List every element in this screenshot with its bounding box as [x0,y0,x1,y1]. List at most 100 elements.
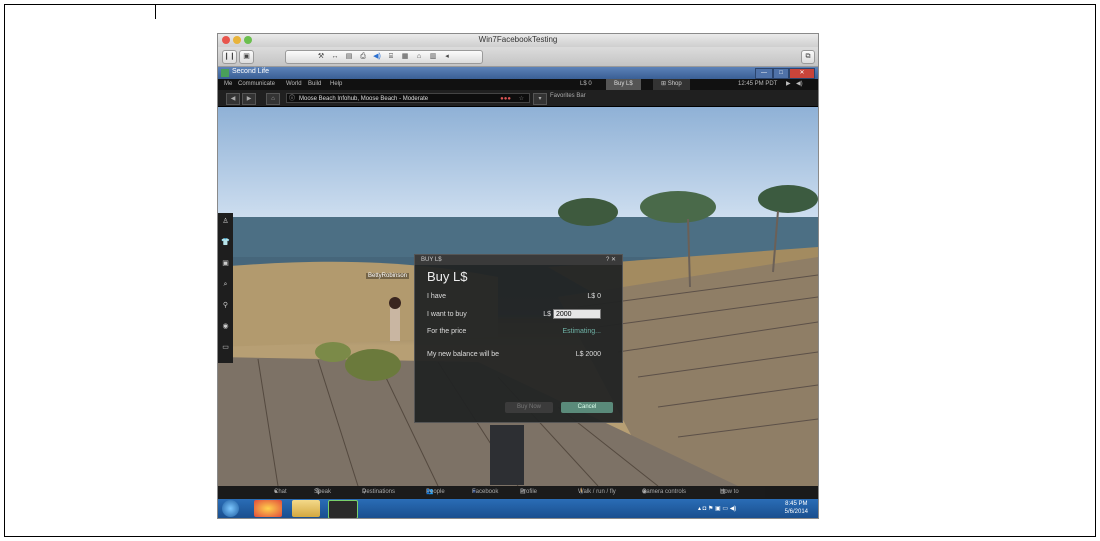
people-label: People [426,489,445,495]
second-life-window: Second Life — □ ✕ Me Communicate World B… [218,67,818,518]
avatar-near [490,425,524,485]
sound-icon[interactable]: ◀) [370,51,384,63]
tree-3 [758,185,818,213]
app-titlebar: Second Life — □ ✕ [218,67,818,79]
forward-arrow-icon[interactable]: ▶ [242,93,256,105]
balance-display: L$ 0 [580,81,592,87]
people-icon[interactable]: ♙ [220,216,231,227]
mac-toolbar: ❙❙ ▣ ⚒ ↔ ▤ ⎙ ◀) ⌸ ▦ ⌂ ▥ ◂ ⧉ [218,47,818,67]
parcel-flags-icon: ●●● [500,96,511,102]
camera-label: Camera controls [642,489,687,495]
fullscreen-icon[interactable]: ⧉ [801,50,815,64]
price-value: Estimating... [562,328,601,335]
window-icon[interactable]: ▦ [398,51,412,63]
tree-2 [640,191,716,223]
explorer-taskbar-icon[interactable] [292,500,320,517]
buy-now-button[interactable]: Buy Now [505,402,553,413]
inventory-icon[interactable]: ▣ [220,258,231,269]
folder-icon[interactable]: ▥ [426,51,440,63]
usb-icon[interactable]: ⌸ [384,51,398,63]
balance-label: My new balance will be [427,351,499,358]
tray-icons[interactable]: ▴ ◘ ⚑ ▣ ▭ ◀) [698,505,736,512]
bush-1 [345,349,401,381]
pause-icon[interactable]: ❙❙ [222,50,237,64]
favorites-bar[interactable]: Favorites Bar [550,93,586,99]
chrome-taskbar-icon[interactable] [254,500,282,517]
taskbar-clock[interactable]: 8:45 PM 5/6/2014 [785,500,808,516]
menu-world[interactable]: World [286,79,302,90]
volume-icon[interactable]: ◀) [796,79,803,90]
want-currency: L$ [543,311,551,318]
resize-icon[interactable]: ↔ [328,51,342,63]
taskbar-date: 5/6/2014 [784,509,808,515]
cancel-button[interactable]: Cancel [561,402,613,413]
clock: 12:45 PM PDT [738,81,778,87]
search-icon[interactable]: ⌕ [220,279,231,290]
how-to-label: How to [720,489,739,495]
shop-label: Shop [667,81,682,87]
price-label: For the price [427,328,467,335]
profile-label: Profile [520,489,538,495]
settings-icon[interactable]: ◉ [220,321,231,332]
navigation-bar: ◀ ▶ ⌂ ⓘ Moose Beach Infohub, Moose Beach… [218,90,818,107]
places-icon[interactable]: ⚲ [220,300,231,311]
location-input[interactable]: ⓘ Moose Beach Infohub, Moose Beach - Mod… [286,93,530,103]
avatar-distant [390,307,400,341]
lock-icon[interactable]: ⌂ [412,51,426,63]
dialog-title: Buy L$ [427,269,468,284]
walk-label: Walk / run / fly [578,489,616,495]
play-icon[interactable]: ▶ [786,79,791,90]
menu-communicate[interactable]: Communicate [238,79,275,90]
info-icon[interactable]: ⓘ [289,94,295,102]
chat-label: Chat [274,489,287,495]
frame-divider [155,5,156,19]
appearance-icon[interactable]: 👕 [220,237,231,248]
destinations-label: Destinations [362,489,396,495]
wrench-icon[interactable]: ⚒ [314,51,328,63]
snapshot-icon[interactable]: ▭ [220,342,231,353]
vm-toolbar-group: ⚒ ↔ ▤ ⎙ ◀) ⌸ ▦ ⌂ ▥ ◂ [285,50,483,64]
sea-shape [218,217,818,257]
shop-button[interactable]: ⊞ Shop [653,79,690,90]
mac-window-title: Win7FacebookTesting [478,35,558,44]
mac-titlebar: Win7FacebookTesting [218,34,818,47]
speak-label: Speak [314,489,332,495]
start-button-icon[interactable] [222,500,239,517]
second-life-logo-icon [221,69,229,77]
facebook-label: Facebook [472,489,499,495]
second-life-taskbar-icon[interactable] [328,500,358,518]
taskbar-time: 8:45 PM [785,501,808,507]
amount-input[interactable]: 2000 [553,309,601,319]
menu-me[interactable]: Me [224,79,232,90]
dialog-header: BUY L$ ? ✕ [415,255,622,265]
dropdown-chevron-icon[interactable]: ▾ [533,93,547,105]
menu-help[interactable]: Help [330,79,342,90]
menu-build[interactable]: Build [308,79,321,90]
buy-currency-button[interactable]: Buy L$ [606,79,641,90]
mac-window: Win7FacebookTesting ❙❙ ▣ ⚒ ↔ ▤ ⎙ ◀) ⌸ ▦ ⌂ ▥ ◂ ⧉ S… [218,34,818,518]
close-button[interactable]: ✕ [789,68,815,79]
balance-value: L$ 2000 [575,351,601,358]
home-icon[interactable]: ⌂ [266,93,280,105]
print-icon[interactable]: ⎙ [356,51,370,63]
minimize-button[interactable]: — [755,68,773,79]
avatar-name-tag: BettyRobinson [366,273,410,279]
disk-icon[interactable]: ▤ [342,51,356,63]
tree-1 [558,198,618,226]
location-text: Moose Beach Infohub, Moose Beach - Moder… [299,96,429,102]
bush-2 [315,342,351,362]
dialog-header-title: BUY L$ [421,257,442,263]
maximize-button[interactable]: □ [773,68,789,79]
i-have-label: I have [427,293,447,300]
windows-taskbar: ▴ ◘ ⚑ ▣ ▭ ◀) 8:45 PM 5/6/2014 [218,499,818,518]
screen-icon[interactable]: ▣ [239,50,254,64]
app-title: Second Life [232,68,269,75]
arrow-left-icon[interactable]: ◂ [440,51,454,63]
menu-bar: Me Communicate World Build Help L$ 0 Buy… [218,79,818,90]
back-arrow-icon[interactable]: ◀ [226,93,240,105]
want-label: I want to buy [427,311,467,318]
world-viewport[interactable]: ♙ 👕 ▣ ⌕ ⚲ ◉ ▭ BettyRobinson BUY L$ ? ✕ B… [218,107,818,486]
star-icon[interactable]: ☆ [519,94,524,102]
help-close-icon[interactable]: ? ✕ [606,255,616,265]
shop-icon: ⊞ [661,81,668,87]
